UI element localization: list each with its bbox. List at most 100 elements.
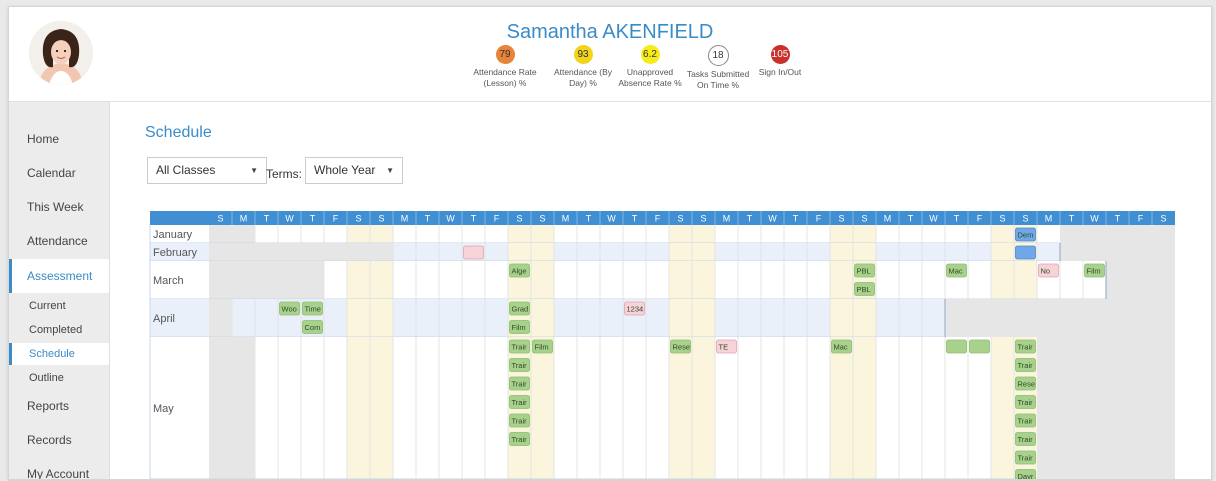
- day-cell[interactable]: [623, 337, 646, 479]
- day-cell[interactable]: [1106, 337, 1129, 479]
- day-cell[interactable]: [278, 261, 301, 299]
- day-cell[interactable]: [784, 337, 807, 479]
- day-cell[interactable]: [1060, 225, 1083, 243]
- day-cell[interactable]: [255, 261, 278, 299]
- day-cell[interactable]: [1014, 299, 1037, 337]
- day-cell[interactable]: [922, 225, 945, 243]
- day-cell[interactable]: [669, 225, 692, 243]
- day-cell[interactable]: [462, 225, 485, 243]
- day-cell[interactable]: [577, 261, 600, 299]
- day-cell[interactable]: [807, 261, 830, 299]
- day-cell[interactable]: [278, 337, 301, 479]
- day-cell[interactable]: [623, 225, 646, 243]
- day-cell[interactable]: [692, 299, 715, 337]
- day-cell[interactable]: [715, 225, 738, 243]
- day-cell[interactable]: [232, 261, 255, 299]
- day-cell[interactable]: [554, 243, 577, 261]
- day-cell[interactable]: [324, 225, 347, 243]
- day-cell[interactable]: [830, 243, 853, 261]
- day-cell[interactable]: [830, 261, 853, 299]
- day-cell[interactable]: [1060, 261, 1083, 299]
- day-cell[interactable]: [531, 261, 554, 299]
- day-cell[interactable]: [738, 225, 761, 243]
- day-cell[interactable]: [1083, 299, 1106, 337]
- day-cell[interactable]: [600, 243, 623, 261]
- day-cell[interactable]: [761, 261, 784, 299]
- day-cell[interactable]: [301, 337, 324, 479]
- day-cell[interactable]: [715, 261, 738, 299]
- day-cell[interactable]: [485, 243, 508, 261]
- day-cell[interactable]: [324, 337, 347, 479]
- day-cell[interactable]: [1129, 299, 1152, 337]
- day-cell[interactable]: [255, 299, 278, 337]
- day-cell[interactable]: [577, 337, 600, 479]
- day-cell[interactable]: [1152, 261, 1175, 299]
- day-cell[interactable]: [945, 225, 968, 243]
- day-cell[interactable]: [646, 225, 669, 243]
- day-cell[interactable]: [600, 261, 623, 299]
- day-cell[interactable]: [853, 337, 876, 479]
- day-cell[interactable]: [1106, 225, 1129, 243]
- day-cell[interactable]: [784, 261, 807, 299]
- day-cell[interactable]: [922, 299, 945, 337]
- day-cell[interactable]: [324, 243, 347, 261]
- day-cell[interactable]: [370, 337, 393, 479]
- day-cell[interactable]: [761, 337, 784, 479]
- day-cell[interactable]: [646, 243, 669, 261]
- day-cell[interactable]: [1129, 225, 1152, 243]
- day-cell[interactable]: [646, 299, 669, 337]
- day-cell[interactable]: [899, 337, 922, 479]
- day-cell[interactable]: [462, 261, 485, 299]
- day-cell[interactable]: [830, 225, 853, 243]
- day-cell[interactable]: [807, 243, 830, 261]
- day-cell[interactable]: [301, 243, 324, 261]
- day-cell[interactable]: [968, 299, 991, 337]
- day-cell[interactable]: [255, 225, 278, 243]
- day-cell[interactable]: [784, 225, 807, 243]
- day-cell[interactable]: [715, 299, 738, 337]
- day-cell[interactable]: [278, 225, 301, 243]
- day-cell[interactable]: [439, 243, 462, 261]
- day-cell[interactable]: [1106, 261, 1129, 299]
- day-cell[interactable]: [1014, 261, 1037, 299]
- calendar-event[interactable]: [1015, 245, 1036, 260]
- day-cell[interactable]: [255, 243, 278, 261]
- day-cell[interactable]: [347, 225, 370, 243]
- day-cell[interactable]: [1060, 299, 1083, 337]
- day-cell[interactable]: [232, 337, 255, 479]
- day-cell[interactable]: [439, 299, 462, 337]
- day-cell[interactable]: [761, 243, 784, 261]
- day-cell[interactable]: [600, 299, 623, 337]
- day-cell[interactable]: [968, 225, 991, 243]
- day-cell[interactable]: [531, 299, 554, 337]
- day-cell[interactable]: [669, 261, 692, 299]
- day-cell[interactable]: [370, 243, 393, 261]
- day-cell[interactable]: [531, 337, 554, 479]
- day-cell[interactable]: [324, 261, 347, 299]
- day-cell[interactable]: [577, 243, 600, 261]
- day-cell[interactable]: [232, 225, 255, 243]
- day-cell[interactable]: [784, 299, 807, 337]
- day-cell[interactable]: [209, 299, 232, 337]
- day-cell[interactable]: [347, 261, 370, 299]
- day-cell[interactable]: [1152, 337, 1175, 479]
- day-cell[interactable]: [876, 243, 899, 261]
- day-cell[interactable]: [393, 243, 416, 261]
- day-cell[interactable]: [738, 261, 761, 299]
- day-cell[interactable]: [646, 337, 669, 479]
- day-cell[interactable]: [393, 299, 416, 337]
- day-cell[interactable]: [922, 243, 945, 261]
- day-cell[interactable]: [209, 261, 232, 299]
- day-cell[interactable]: [876, 337, 899, 479]
- day-cell[interactable]: [784, 243, 807, 261]
- day-cell[interactable]: [232, 243, 255, 261]
- day-cell[interactable]: [485, 261, 508, 299]
- day-cell[interactable]: [416, 299, 439, 337]
- day-cell[interactable]: [669, 299, 692, 337]
- day-cell[interactable]: [1037, 337, 1060, 479]
- day-cell[interactable]: [807, 299, 830, 337]
- calendar-event[interactable]: [969, 339, 990, 354]
- day-cell[interactable]: [209, 243, 232, 261]
- day-cell[interactable]: [508, 225, 531, 243]
- day-cell[interactable]: [577, 225, 600, 243]
